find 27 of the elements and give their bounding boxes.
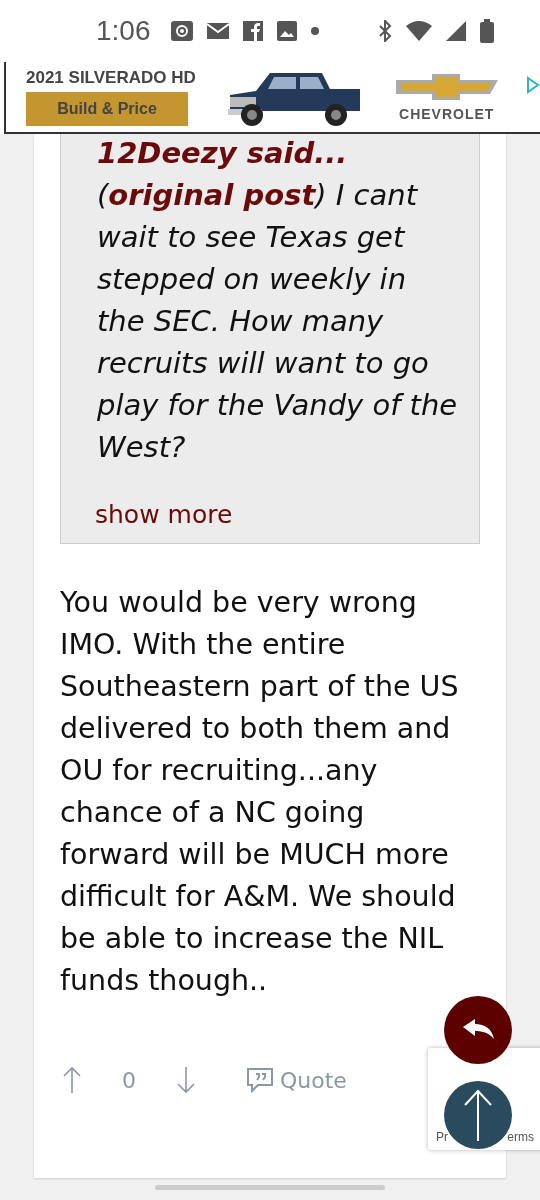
upvote-icon: [62, 1066, 82, 1094]
status-time: 1:06: [96, 15, 151, 47]
mail-icon: [206, 23, 229, 39]
image-icon: [276, 21, 297, 41]
bluetooth-icon: [378, 20, 392, 42]
bowtie-logo-icon: [393, 72, 500, 102]
terms-link[interactable]: erms: [507, 1130, 534, 1144]
signal-icon: [446, 21, 466, 41]
radio-icon: [170, 21, 193, 41]
build-price-button[interactable]: Build & Price: [26, 92, 188, 126]
quote-text: (original post) I cant wait to see Texas get stepped on weekly in the SEC. How many recruits will want to go play for the Vandy of the West?: [97, 177, 459, 466]
facebook-icon: [242, 21, 263, 41]
battery-icon: [480, 19, 494, 43]
dot-icon: [310, 27, 319, 35]
privacy-link[interactable]: Pr: [436, 1130, 448, 1144]
ad-headline: 2021 SILVERADO HD: [26, 68, 196, 88]
post-body: You would be very wrong IMO. With the entire Southeastern part of the US delivered to both them and OU for recruiting...any chance of a NC going forward will be MUCH more difficult for A&M. We should be able to increase the NIL funds though..: [60, 585, 460, 999]
vote-count: 0: [122, 1067, 136, 1093]
downvote-icon: [176, 1066, 196, 1094]
speech-bubble-icon: [246, 1067, 274, 1093]
ad-brand: CHEVROLET: [399, 106, 495, 122]
arrow-up-icon: [463, 1089, 493, 1141]
quote-author: 12Deezy said...: [97, 135, 349, 172]
show-more-link[interactable]: show more: [95, 500, 461, 529]
wifi-icon: [406, 21, 432, 41]
ad-banner[interactable]: 2021 SILVERADO HD Build & Price CHEVROLET: [4, 62, 540, 134]
ad-choices-icon: [526, 76, 540, 94]
